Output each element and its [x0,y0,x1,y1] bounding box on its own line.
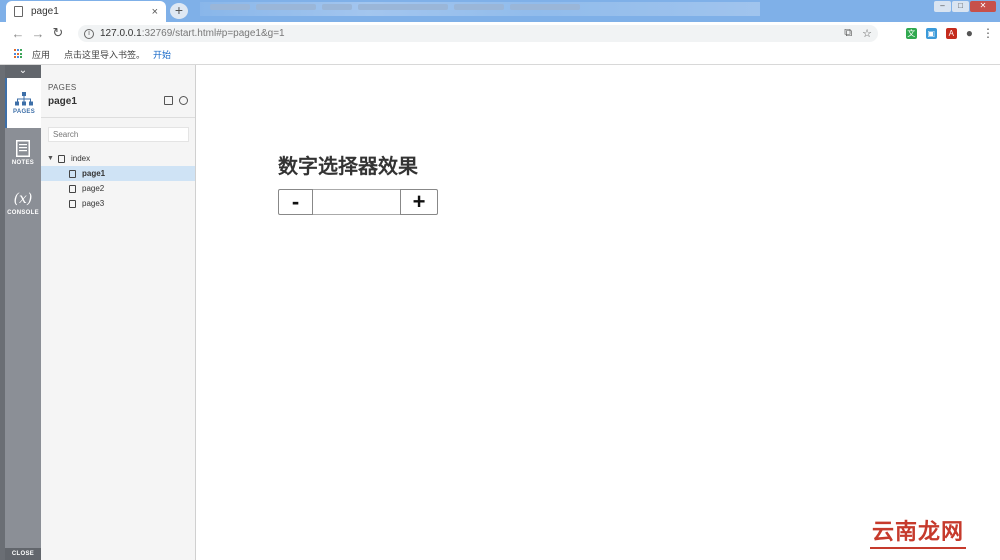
tree-item-page1[interactable]: page1 [41,166,195,181]
decrement-button[interactable]: - [278,189,313,215]
address-bar-row: ← → ↻ i 127.0.0.1:32769/start.html#p=pag… [0,22,1000,44]
quantity-stepper: - + [278,189,438,215]
divider [41,117,195,118]
page-icon [69,199,76,208]
bookmark-star-icon[interactable]: ☆ [862,27,872,40]
search-input[interactable] [48,127,189,142]
close-sidebar-button[interactable]: CLOSE [5,548,41,560]
watermark-logo: 云南龙网 [869,514,967,549]
sidebar-item-console[interactable]: (x) CONSOLE [5,178,41,228]
page-heading: 数字选择器效果 [278,154,418,178]
sidebar-item-label: PAGES [12,108,36,115]
maximize-icon[interactable]: □ [952,1,969,12]
window-controls: – □ ✕ [934,1,996,12]
page-icon [69,184,76,193]
tree-item-label: page3 [82,199,105,208]
tab-close-icon[interactable]: × [152,6,158,18]
new-tab-button[interactable]: + [170,3,188,19]
tree-item-page2[interactable]: page2 [41,181,195,196]
sidebar-item-pages[interactable]: PAGES [5,78,41,128]
collapse-chevron-icon[interactable]: ⌄ [5,65,41,78]
window-close-icon[interactable]: ✕ [970,1,996,12]
sidebar-item-notes[interactable]: NOTES [5,128,41,178]
account-icon[interactable]: ● [966,26,973,40]
tree-item-label: page2 [82,184,105,193]
tree-item-page3[interactable]: page3 [41,196,195,211]
sitemap-icon [15,91,33,105]
site-info-icon[interactable]: i [84,28,94,39]
tab-title: page1 [31,6,59,17]
tree-item-label: page1 [82,169,106,178]
blurred-tab-content [210,4,580,12]
reload-icon[interactable]: ↻ [48,25,68,41]
quantity-input[interactable] [313,189,400,215]
start-link[interactable]: 开始 [153,48,171,61]
page-icon [69,169,76,178]
pages-panel-header: PAGES page1 [41,65,195,107]
sidebar-icon-bar: ⌄ PAGES NOTES (x) CONSOLE CLOSE [5,65,41,560]
panel-caption: PAGES [48,83,77,92]
tree-item-index[interactable]: ▼ index [41,151,195,166]
extension-green-icon[interactable]: 文 [905,27,917,39]
page-icon [58,154,65,163]
notes-icon [16,140,30,157]
url-field[interactable]: i 127.0.0.1:32769/start.html#p=page1&g=1… [78,25,878,42]
pdf-extension-icon[interactable]: A [945,27,957,39]
forward-icon[interactable]: → [28,26,48,41]
url-host: 127.0.0.1 [100,28,142,39]
refresh-icon[interactable] [179,96,188,105]
increment-button[interactable]: + [400,189,438,215]
page-icon [14,6,23,17]
page-tree: ▼ index page1 page2 page3 [41,151,195,211]
extension-blue-icon[interactable]: ▣ [925,27,937,39]
minimize-icon[interactable]: – [934,1,951,12]
bookmarks-bar: 应用 点击这里导入书签。 开始 [0,44,1000,65]
extensions: 文 ▣ A ● ⋮ [905,26,994,40]
browser-tab[interactable]: page1 × [6,1,166,22]
sidebar-item-label: CONSOLE [7,209,39,216]
variable-icon: (x) [13,190,33,207]
prototype-canvas: 数字选择器效果 - + [197,66,1000,560]
browser-tabstrip: page1 × + – □ ✕ [0,0,1000,22]
back-icon[interactable]: ← [8,26,28,41]
url-path: :32769/start.html#p=page1&g=1 [141,28,285,39]
translate-icon[interactable]: ⧉ [844,27,852,40]
apps-link[interactable]: 应用 [32,48,50,61]
sidebar-item-label: NOTES [11,160,35,166]
export-icon[interactable] [164,96,173,105]
caret-down-icon[interactable]: ▼ [47,155,58,162]
import-bookmarks-text: 点击这里导入书签。 [64,49,146,60]
tree-item-label: index [71,154,91,163]
menu-dots-icon[interactable]: ⋮ [982,26,994,40]
pages-panel: PAGES page1 ▼ index page1 page2 page3 [41,65,196,560]
apps-grid-icon[interactable] [14,49,24,59]
